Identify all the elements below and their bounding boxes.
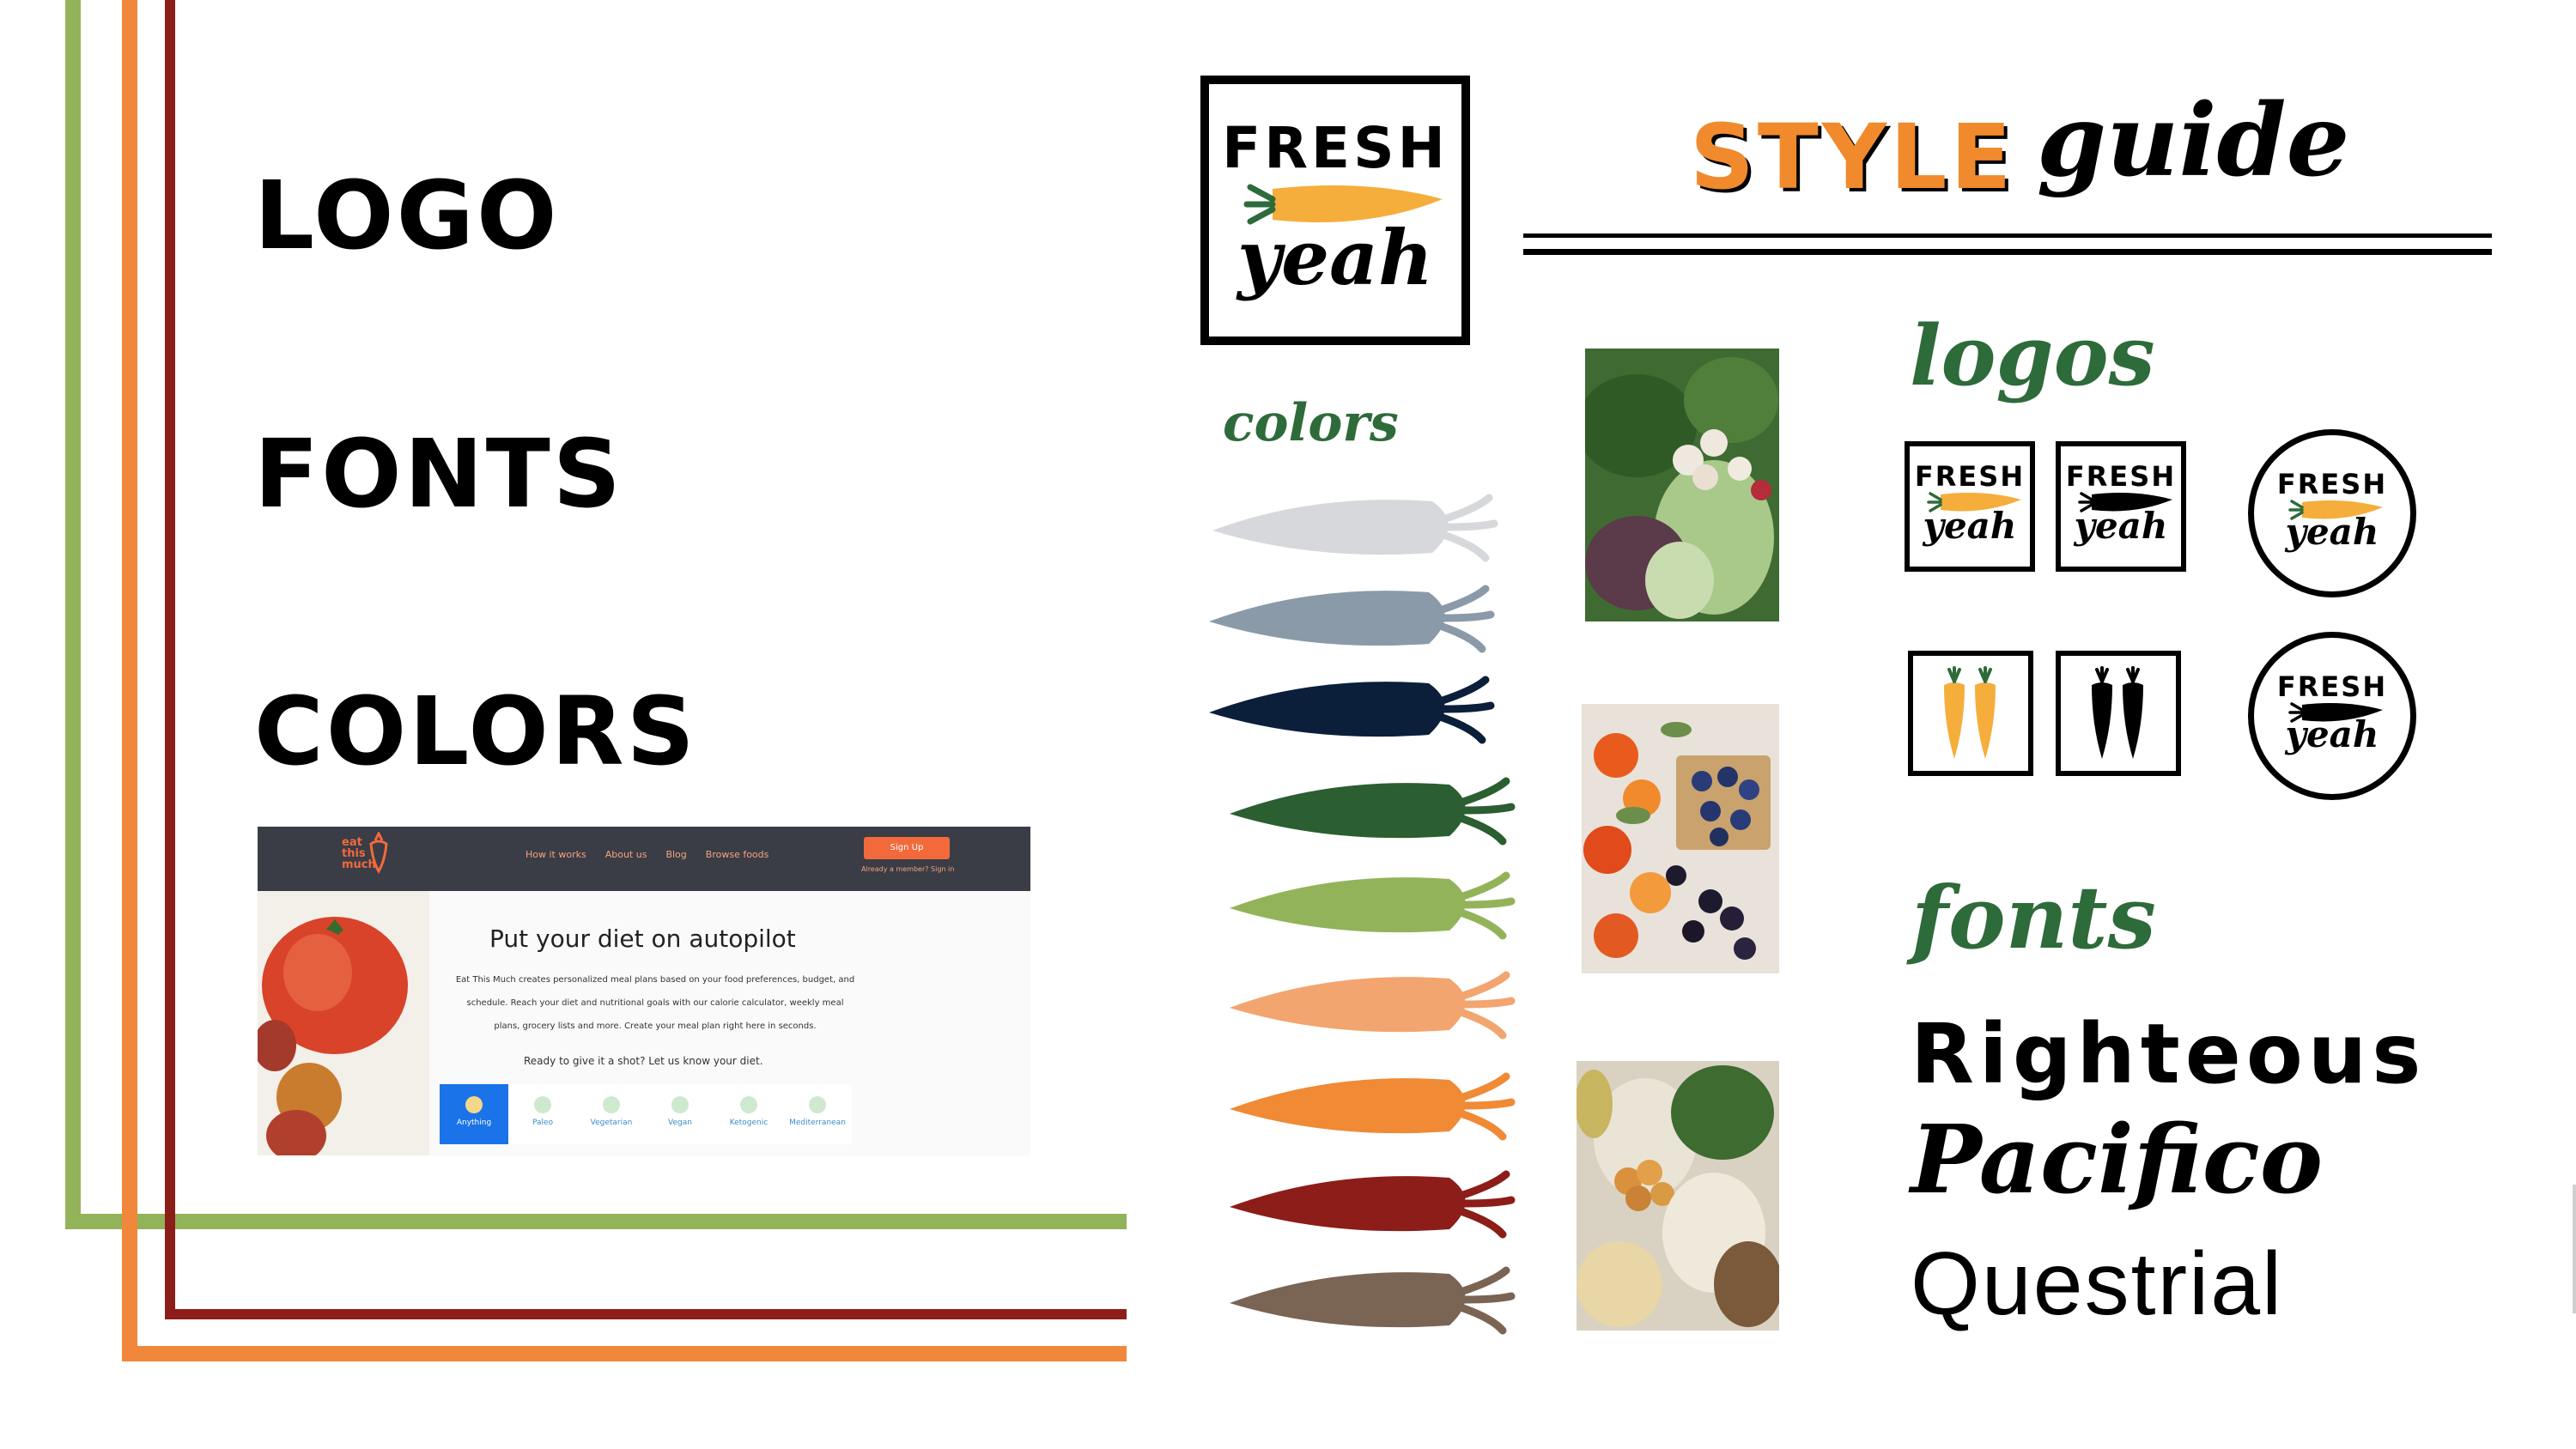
- orange-vertical-line: [122, 0, 137, 1361]
- style-guide-title: STYLE guide: [1690, 82, 2350, 209]
- carrot-brand-icon: [369, 832, 388, 874]
- carrot-pair-icon: [1944, 666, 1996, 759]
- bacon-icon: [740, 1096, 757, 1113]
- photo-berries-flowers: [1582, 704, 1779, 973]
- logo-variant-black: FRESH yeah: [2056, 441, 2186, 572]
- fonts-label: fonts: [1911, 867, 2156, 968]
- swatch-brown: [1230, 1266, 1516, 1335]
- vegetables-image: [258, 891, 429, 1155]
- screenshot-nav-how[interactable]: How it works: [526, 849, 586, 860]
- swatch-orange: [1230, 1072, 1516, 1141]
- diet-tile-paleo[interactable]: Paleo: [508, 1084, 577, 1144]
- screenshot-ready-text: Ready to give it a shot? Let us know you…: [524, 1055, 763, 1067]
- swatch-blue-gray: [1209, 585, 1495, 653]
- screenshot-nav-browse[interactable]: Browse foods: [706, 849, 769, 860]
- carrot-icon-black: [2056, 651, 2181, 776]
- swatch-dark-red: [1230, 1170, 1516, 1239]
- photo-produce-bags: [1577, 1061, 1779, 1331]
- leaf-icon: [671, 1096, 689, 1113]
- logo-variant-circle-black: FRESH yeah: [2248, 632, 2416, 800]
- green-horizontal-line: [65, 1214, 1127, 1229]
- red-vertical-line: [165, 0, 175, 1319]
- swatch-peach: [1230, 971, 1516, 1040]
- sandwich-icon: [465, 1096, 483, 1113]
- swatch-navy: [1209, 676, 1495, 744]
- heading-colors: COLORS: [254, 676, 697, 786]
- logo-variant-circle-color: FRESH yeah: [2248, 429, 2416, 597]
- photo-greens: [1585, 349, 1779, 621]
- screenshot-hero-body: Eat This Much creates personalized meal …: [455, 975, 855, 1031]
- colors-label: colors: [1223, 393, 1399, 453]
- swatch-light-green: [1230, 871, 1516, 940]
- diet-tile-vegetarian[interactable]: Vegetarian: [577, 1084, 646, 1144]
- screenshot-nav-blog[interactable]: Blog: [665, 849, 686, 860]
- right-edge-line: [2573, 1185, 2576, 1313]
- screenshot-signin-link[interactable]: Already a member? Sign in: [861, 865, 954, 873]
- font-sample-righteous: Righteous: [1911, 1006, 2427, 1102]
- main-logo: FRESH yeah: [1200, 76, 1470, 345]
- color-swatches: [1209, 494, 1516, 1335]
- screenshot-signup-button[interactable]: Sign Up: [864, 837, 950, 859]
- red-horizontal-line: [165, 1309, 1127, 1319]
- heading-fonts: FONTS: [254, 419, 623, 529]
- carrot-icon: [603, 1096, 620, 1113]
- green-vertical-line: [65, 0, 81, 1229]
- swatch-light-gray: [1212, 494, 1498, 562]
- screenshot-diet-tiles: Anything Paleo Vegetarian Vegan Ketogeni…: [440, 1084, 852, 1144]
- font-sample-questrial: Questrial: [1911, 1234, 2284, 1334]
- drumstick-icon: [534, 1096, 551, 1113]
- diet-tile-mediterranean[interactable]: Mediterranean: [783, 1084, 852, 1144]
- diet-tile-vegan[interactable]: Vegan: [646, 1084, 714, 1144]
- diet-tile-ketogenic[interactable]: Ketogenic: [714, 1084, 783, 1144]
- logo-variant-color: FRESH yeah: [1905, 441, 2035, 572]
- orange-horizontal-line: [122, 1346, 1127, 1361]
- diet-tile-anything[interactable]: Anything: [440, 1084, 508, 1144]
- title-rule-bottom: [1523, 249, 2492, 255]
- screenshot-nav-about[interactable]: About us: [605, 849, 647, 860]
- screenshot-hero-title: Put your diet on autopilot: [489, 925, 796, 953]
- carrot-pair-icon: [2092, 666, 2143, 759]
- website-screenshot: eat this much How it works About us Blog…: [258, 827, 1030, 1155]
- screenshot-navbar: eat this much How it works About us Blog…: [258, 827, 1030, 891]
- title-rule-top: [1523, 233, 2492, 238]
- swatch-dark-green: [1230, 777, 1516, 846]
- heading-logo: LOGO: [254, 161, 560, 270]
- olive-icon: [809, 1096, 826, 1113]
- font-sample-pacifico: Pacifico: [1911, 1104, 2324, 1215]
- carrot-icon-color: [1908, 651, 2033, 776]
- logos-label: logos: [1910, 307, 2155, 404]
